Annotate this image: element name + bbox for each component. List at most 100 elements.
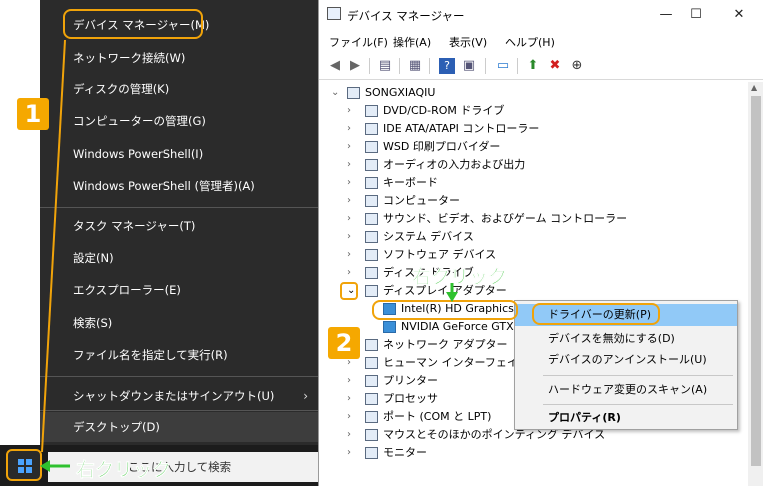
tree-item[interactable]: › オーディオの入力および出力	[325, 156, 725, 174]
menu-item-settings[interactable]: 設定(N)	[40, 243, 318, 273]
menu-item-label: デスクトップ(D)	[73, 420, 160, 434]
menu-item-shutdown[interactable]: シャットダウンまたはサインアウト(U) ›	[40, 381, 318, 411]
list-view-icon[interactable]: ▦	[407, 58, 423, 74]
menu-item-desktop[interactable]: デスクトップ(D)	[40, 412, 318, 442]
menu-item-label: シャットダウンまたはサインアウト(U)	[73, 389, 275, 403]
tree-item[interactable]: › ディスク ドライブ	[325, 264, 725, 282]
vertical-scrollbar[interactable]: ▲	[748, 82, 763, 486]
menu-item-powershell[interactable]: Windows PowerShell(I)	[40, 139, 318, 169]
download-icon[interactable]: ⊕	[569, 58, 585, 74]
computer-icon	[365, 195, 378, 207]
menu-item-label: Windows PowerShell(I)	[73, 147, 204, 161]
start-button[interactable]	[6, 449, 42, 481]
chevron-right-icon[interactable]: ›	[347, 372, 351, 390]
menu-separator	[40, 410, 318, 411]
tree-item[interactable]: › キーボード	[325, 174, 725, 192]
tree-item[interactable]: › IDE ATA/ATAPI コントローラー	[325, 120, 725, 138]
menu-file[interactable]: ファイル(F)	[329, 34, 388, 50]
tree-item[interactable]: › コンピューター	[325, 192, 725, 210]
tree-item[interactable]: › DVD/CD-ROM ドライブ	[325, 102, 725, 120]
menu-separator	[40, 376, 318, 377]
menu-separator	[40, 207, 318, 208]
maximize-button[interactable]: ☐	[681, 4, 711, 26]
highlight-update-driver	[532, 303, 660, 325]
tree-item[interactable]: › モニター	[325, 444, 725, 462]
menu-bar: ファイル(F) 操作(A) 表示(V) ヘルプ(H)	[319, 30, 763, 52]
chevron-right-icon[interactable]: ›	[347, 138, 351, 156]
menu-item-computer-management[interactable]: コンピューターの管理(G)	[40, 106, 318, 136]
update-driver-icon[interactable]: ⬆	[525, 58, 541, 74]
tree-item[interactable]: › サウンド、ビデオ、およびゲーム コントローラー	[325, 210, 725, 228]
minimize-button[interactable]: —	[651, 4, 681, 26]
tree-item[interactable]: › システム デバイス	[325, 228, 725, 246]
chevron-right-icon[interactable]: ›	[347, 192, 351, 210]
chevron-right-icon[interactable]: ›	[347, 210, 351, 228]
tree-root[interactable]: ⌄ SONGXIAQIU	[325, 84, 725, 102]
menu-item-disk-management[interactable]: ディスクの管理(K)	[40, 74, 318, 104]
mouse-icon	[365, 429, 378, 441]
menu-item-run[interactable]: ファイル名を指定して実行(R)	[40, 340, 318, 370]
ctx-scan-hardware[interactable]: ハードウェア変更のスキャン(A)	[515, 379, 737, 401]
toolbar: ◀ ▶ ▤ ▦ ? ▣ ▭ ⬆ ✖ ⊕	[319, 52, 763, 80]
desktop-strip	[0, 0, 40, 445]
tree-label: DVD/CD-ROM ドライブ	[383, 104, 505, 117]
chevron-right-icon[interactable]: ›	[347, 120, 351, 138]
close-button[interactable]: ✕	[724, 4, 754, 26]
menu-item-label: コンピューターの管理(G)	[73, 114, 206, 128]
chevron-right-icon[interactable]: ›	[347, 444, 351, 462]
chevron-right-icon[interactable]: ›	[347, 408, 351, 426]
back-arrow-icon[interactable]: ◀	[327, 58, 343, 74]
tree-label: ポート (COM と LPT)	[383, 410, 492, 423]
ctx-separator	[543, 375, 733, 376]
chevron-down-icon[interactable]: ⌄	[331, 84, 339, 102]
ctx-label: ハードウェア変更のスキャン(A)	[548, 383, 708, 396]
menu-item-search[interactable]: 検索(S)	[40, 308, 318, 338]
winx-menu-panel: デバイス マネージャー(M) ネットワーク接続(W) ディスクの管理(K) コン…	[0, 0, 318, 486]
menu-item-powershell-admin[interactable]: Windows PowerShell (管理者)(A)	[40, 171, 318, 201]
menu-item-label: Windows PowerShell (管理者)(A)	[73, 179, 255, 193]
ctx-uninstall-device[interactable]: デバイスのアンインストール(U)	[515, 349, 737, 371]
title-bar: デバイス マネージャー — ☐ ✕	[319, 0, 763, 30]
ctx-properties[interactable]: プロパティ(R)	[515, 407, 737, 429]
tree-label: キーボード	[383, 176, 438, 189]
chevron-right-icon[interactable]: ›	[347, 264, 351, 282]
menu-item-label: 設定(N)	[73, 251, 114, 265]
help-icon[interactable]: ?	[439, 58, 455, 74]
tree-label: システム デバイス	[383, 230, 474, 243]
forward-arrow-icon[interactable]: ▶	[347, 58, 363, 74]
window-view-icon[interactable]: ▣	[461, 58, 477, 74]
chevron-right-icon[interactable]: ›	[347, 228, 351, 246]
properties-view-icon[interactable]: ▤	[377, 58, 393, 74]
chevron-right-icon[interactable]: ›	[347, 174, 351, 192]
menu-item-label: 検索(S)	[73, 316, 113, 330]
step-badge-2: 2	[328, 327, 360, 359]
menu-item-network-connections[interactable]: ネットワーク接続(W)	[40, 43, 318, 73]
processor-icon	[365, 393, 378, 405]
software-device-icon	[365, 249, 378, 261]
chevron-right-icon[interactable]: ›	[347, 426, 351, 444]
uninstall-icon[interactable]: ✖	[547, 58, 563, 74]
chevron-right-icon[interactable]: ›	[347, 246, 351, 264]
step-badge-1: 1	[17, 98, 49, 130]
chevron-right-icon[interactable]: ›	[347, 390, 351, 408]
tree-item[interactable]: › WSD 印刷プロバイダー	[325, 138, 725, 156]
tree-label: SONGXIAQIU	[365, 86, 436, 99]
ctx-disable-device[interactable]: デバイスを無効にする(D)	[515, 328, 737, 350]
toolbar-separator	[517, 58, 518, 74]
tree-label: サウンド、ビデオ、およびゲーム コントローラー	[383, 212, 628, 225]
scrollbar-thumb[interactable]	[751, 96, 761, 466]
highlight-expand-chevron	[340, 282, 358, 300]
menu-help[interactable]: ヘルプ(H)	[505, 34, 555, 50]
menu-item-label: タスク マネージャー(T)	[73, 219, 196, 233]
menu-item-explorer[interactable]: エクスプローラー(E)	[40, 275, 318, 305]
chevron-right-icon[interactable]: ›	[347, 156, 351, 174]
scroll-up-icon[interactable]: ▲	[751, 83, 757, 92]
ide-controller-icon	[365, 123, 378, 135]
menu-item-task-manager[interactable]: タスク マネージャー(T)	[40, 211, 318, 241]
menu-view[interactable]: 表示(V)	[449, 34, 487, 50]
monitor-scan-icon[interactable]: ▭	[495, 58, 511, 74]
chevron-right-icon[interactable]: ›	[347, 102, 351, 120]
tree-item-display-adapters[interactable]: ⌄ ディスプレイ アダプター	[325, 282, 725, 300]
menu-action[interactable]: 操作(A)	[393, 34, 431, 50]
tree-item[interactable]: › ソフトウェア デバイス	[325, 246, 725, 264]
